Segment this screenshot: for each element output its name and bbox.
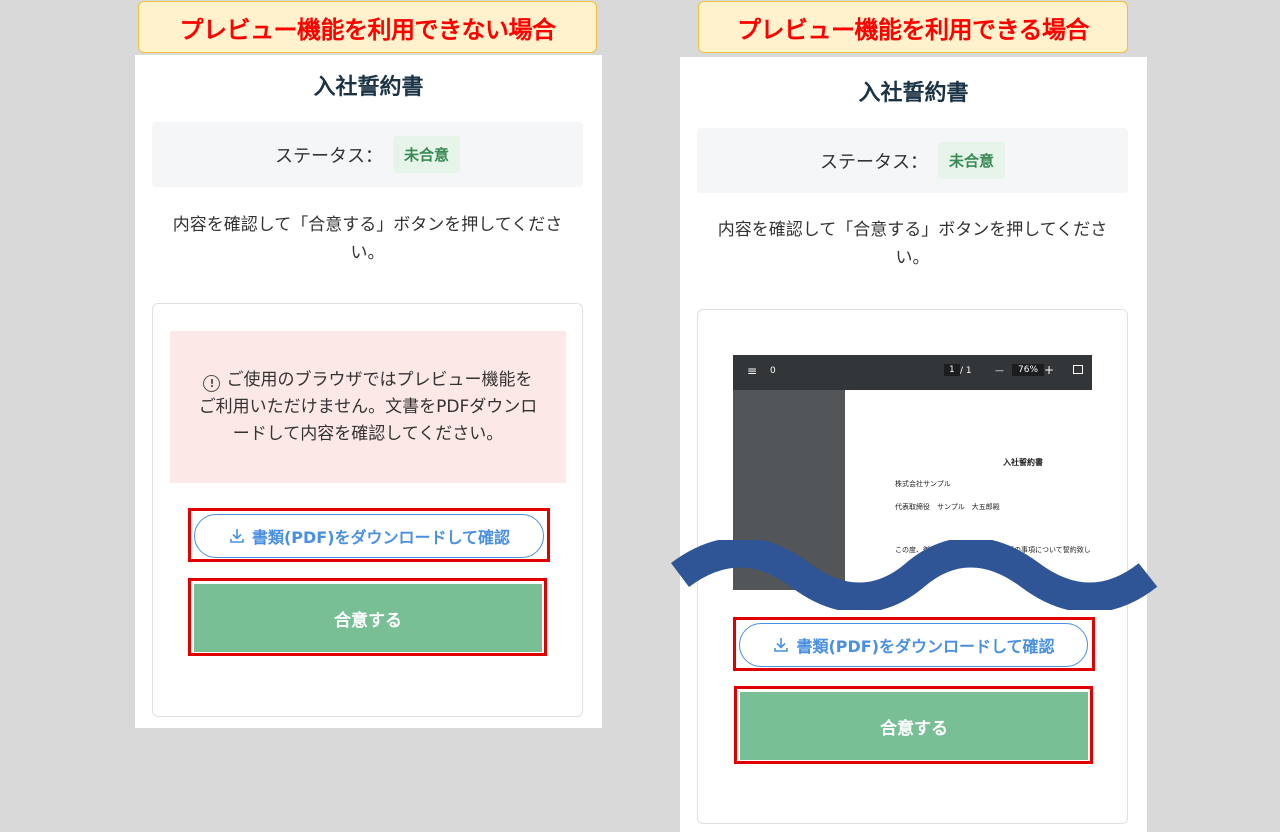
instruction-text: 内容を確認して「合意する」ボタンを押してくださ い。 — [172, 215, 563, 263]
preview-unavailable-alert: ! ご使用のブラウザではプレビュー機能を ご利用いただけません。文書をPDFダウン… — [170, 331, 566, 483]
status-badge: 未合意 — [937, 142, 1005, 179]
right-caption: プレビュー機能を利用できる場合 — [698, 1, 1128, 53]
zoom-level[interactable]: 76% — [1012, 364, 1045, 376]
zoom-in-button[interactable]: + — [1044, 363, 1054, 377]
wave-cut-decoration — [671, 540, 1158, 610]
status-label: ステータス： — [274, 145, 383, 167]
download-pdf-button[interactable]: 書類(PDF)をダウンロードして確認 — [739, 623, 1088, 667]
status-label: ステータス： — [819, 151, 928, 173]
status-badge: 未合意 — [392, 136, 460, 173]
page-title: 入社誓約書 — [858, 81, 969, 106]
pdf-doc-title: 入社誓約書 — [1003, 458, 1043, 467]
agree-button[interactable]: 合意する — [194, 584, 542, 652]
agree-button[interactable]: 合意する — [740, 692, 1088, 760]
download-icon — [230, 529, 244, 543]
download-icon — [774, 638, 789, 652]
zoom-out-button[interactable]: — — [995, 366, 1004, 376]
pdf-toolbar: ≡ 0 1 / 1 — 76% + — [733, 355, 1092, 390]
pdf-toolbar-count: 0 — [770, 366, 776, 376]
download-pdf-button[interactable]: 書類(PDF)をダウンロードして確認 — [194, 514, 544, 558]
pdf-line: 株式会社サンプル — [895, 480, 951, 488]
left-caption: プレビュー機能を利用できない場合 — [138, 1, 597, 53]
status-box: ステータス： 未合意 — [152, 122, 583, 187]
fit-page-icon[interactable] — [1073, 365, 1083, 374]
page-number-input[interactable]: 1 — [944, 364, 960, 376]
page-title: 入社誓約書 — [313, 75, 424, 100]
menu-icon[interactable]: ≡ — [747, 364, 757, 378]
page-total: / 1 — [960, 366, 972, 376]
info-circle-icon: ! — [203, 374, 221, 392]
status-box: ステータス： 未合意 — [697, 128, 1128, 193]
instruction-text: 内容を確認して「合意する」ボタンを押してくださ い。 — [717, 220, 1108, 268]
pdf-line: 代表取締役 サンプル 大五郎殿 — [895, 503, 1000, 511]
